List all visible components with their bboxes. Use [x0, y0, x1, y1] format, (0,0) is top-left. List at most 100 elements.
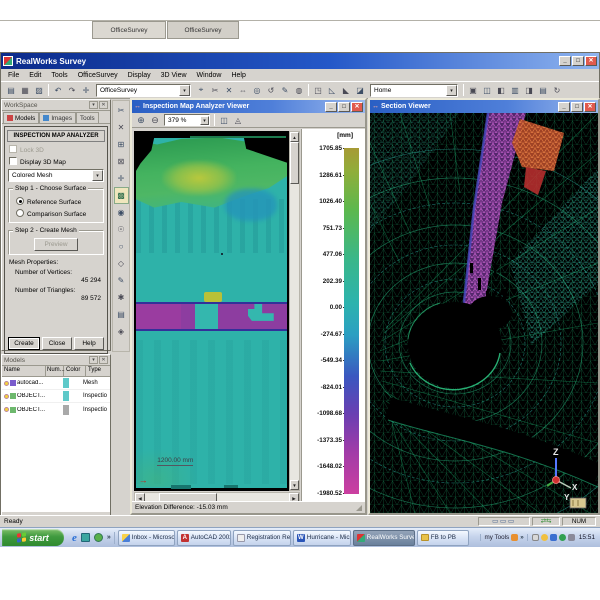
maximize-button[interactable]: □	[571, 102, 583, 112]
menu-tools[interactable]: Tools	[46, 71, 72, 80]
window-cascade-icon[interactable]: ◫	[480, 84, 494, 97]
taskbar-task-realworks[interactable]: RealWorks Survey	[353, 530, 415, 546]
taskbar-task-autocad[interactable]: A AutoCAD 2002	[177, 530, 231, 546]
redo-icon[interactable]: ↷	[65, 84, 79, 97]
chevron-down-icon[interactable]: ▾	[92, 170, 103, 181]
table-row[interactable]: autocad... Mesh	[2, 377, 110, 390]
bulb-icon[interactable]	[4, 394, 9, 399]
tray-icon-5[interactable]	[568, 534, 575, 541]
menu-display[interactable]: Display	[123, 71, 156, 80]
workspace-panel-titlebar[interactable]: WorkSpace ▾ ✕	[2, 100, 110, 111]
officesurvey-combo[interactable]: OfficeSurvey ▾	[96, 84, 191, 97]
reference-surface-radio[interactable]	[16, 197, 24, 205]
models-panel-titlebar[interactable]: Models ▾ ✕	[2, 355, 110, 366]
table-row[interactable]: OBJECT... Inspectio	[2, 390, 110, 403]
chevron-down-icon[interactable]: ▾	[446, 85, 457, 96]
close-icon[interactable]: ✕	[99, 101, 108, 109]
map-settings-icon[interactable]: ◫	[217, 114, 231, 127]
side-active-tool-icon[interactable]: ▩	[114, 187, 129, 204]
view-iso-icon[interactable]: ◺	[325, 84, 339, 97]
side-star-icon[interactable]: ✱	[114, 289, 129, 306]
window-tile-v-icon[interactable]: ◧	[494, 84, 508, 97]
window-list-icon[interactable]: ▤	[536, 84, 550, 97]
side-gem-icon[interactable]: ◈	[114, 323, 129, 340]
edit-icon[interactable]: ✎	[278, 84, 292, 97]
map-layers-icon[interactable]: ◬	[231, 114, 245, 127]
menu-edit[interactable]: Edit	[24, 71, 46, 80]
window-tile-h-icon[interactable]: ▥	[508, 84, 522, 97]
chevron-right-icon[interactable]: »	[520, 534, 524, 541]
media-icon[interactable]	[94, 533, 103, 542]
center-icon[interactable]: ◎	[250, 84, 264, 97]
tab-images[interactable]: Images	[39, 112, 76, 123]
side-delete-icon[interactable]: ✕	[114, 119, 129, 136]
chevron-down-icon[interactable]: ▾	[200, 116, 209, 125]
print-icon[interactable]: ▨	[32, 84, 46, 97]
show-desktop-icon[interactable]	[81, 533, 90, 542]
bulb-icon[interactable]	[4, 407, 9, 412]
undo-icon[interactable]: ↶	[51, 84, 65, 97]
bulb-icon[interactable]	[4, 381, 9, 386]
view-side-icon[interactable]: ◣	[339, 84, 353, 97]
menu-window[interactable]: Window	[192, 71, 227, 80]
cut-icon[interactable]: ✂	[208, 84, 222, 97]
side-crosshair-icon[interactable]: ✛	[114, 170, 129, 187]
chevron-right-icon[interactable]: »	[107, 534, 111, 541]
col-name[interactable]: Name	[2, 366, 46, 376]
tab-models[interactable]: Models	[3, 112, 39, 123]
fit-icon[interactable]: ⇔	[236, 84, 250, 97]
menu-file[interactable]: File	[3, 71, 24, 80]
top-tab-officesurvey-1[interactable]: OfficeSurvey	[92, 21, 166, 39]
zoom-in-icon[interactable]: ⊕	[134, 114, 148, 127]
main-titlebar[interactable]: RealWorks Survey _ □ ✕	[1, 53, 599, 69]
scrollbar-thumb[interactable]	[290, 142, 299, 184]
map-vertical-scrollbar[interactable]: ▲ ▼	[289, 131, 300, 491]
col-color[interactable]: Color	[64, 366, 86, 376]
tray-icon-2[interactable]	[541, 534, 548, 541]
tray-icon-1[interactable]	[532, 534, 539, 541]
inspection-map-canvas[interactable]: 1200.00 mm →	[134, 131, 289, 491]
section-titlebar[interactable]: ↔ Section Viewer _ □ ✕	[370, 100, 598, 113]
pin-icon[interactable]: ▾	[89, 356, 98, 364]
menu-help[interactable]: Help	[226, 71, 250, 80]
comparison-surface-radio[interactable]	[16, 209, 24, 217]
delete-icon[interactable]: ✕	[222, 84, 236, 97]
side-diamond-icon[interactable]: ◇	[114, 255, 129, 272]
side-add-icon[interactable]: ⊞	[114, 136, 129, 153]
maximize-button[interactable]: □	[338, 102, 350, 112]
move-icon[interactable]: ✛	[79, 84, 93, 97]
save-icon[interactable]: ▦	[18, 84, 32, 97]
pin-icon[interactable]: ▾	[89, 101, 98, 109]
menu-officesurvey[interactable]: OfficeSurvey	[73, 71, 123, 80]
sync-icon[interactable]: ↻	[550, 84, 564, 97]
top-tab-officesurvey-2[interactable]: OfficeSurvey	[167, 21, 239, 39]
render-icon[interactable]: ◍	[292, 84, 306, 97]
chevron-down-icon[interactable]: ▾	[179, 85, 190, 96]
window-split-icon[interactable]: ◨	[522, 84, 536, 97]
view-corner-icon[interactable]: ◳	[311, 84, 325, 97]
open-icon[interactable]: ▤	[4, 84, 18, 97]
tray-icon-3[interactable]	[550, 534, 557, 541]
start-button[interactable]: start	[2, 529, 64, 546]
menu-3dview[interactable]: 3D View	[156, 71, 192, 80]
target-icon[interactable]: ⌖	[194, 84, 208, 97]
taskbar-task-hurricane[interactable]: W Hurricane - Micro...	[293, 530, 351, 546]
mytools-label[interactable]: my Tools	[484, 534, 509, 541]
close-button[interactable]: Close	[42, 337, 72, 350]
mytools-tool-icon[interactable]	[511, 534, 518, 541]
lock3d-checkbox[interactable]	[9, 145, 17, 153]
side-circle-icon[interactable]: ○	[114, 238, 129, 255]
scroll-down-icon[interactable]: ▼	[290, 480, 299, 490]
taskbar-task-fbtopb[interactable]: FB to PB	[417, 530, 469, 546]
zoom-out-icon[interactable]: ⊖	[148, 114, 162, 127]
tray-icon-4[interactable]	[559, 534, 566, 541]
inspection-titlebar[interactable]: ↔ Inspection Map Analyzer Viewer _ □ ✕	[132, 100, 365, 113]
side-eye-icon[interactable]: ◉	[114, 204, 129, 221]
close-button[interactable]: ✕	[351, 102, 363, 112]
close-button[interactable]: ✕	[584, 102, 596, 112]
section-3d-view[interactable]: Z X Y	[370, 113, 598, 513]
minimize-button[interactable]: _	[559, 56, 571, 66]
zoom-level-combo[interactable]: 379 % ▾	[164, 114, 210, 126]
close-icon[interactable]: ✕	[99, 356, 108, 364]
view-shade-icon[interactable]: ◪	[353, 84, 367, 97]
